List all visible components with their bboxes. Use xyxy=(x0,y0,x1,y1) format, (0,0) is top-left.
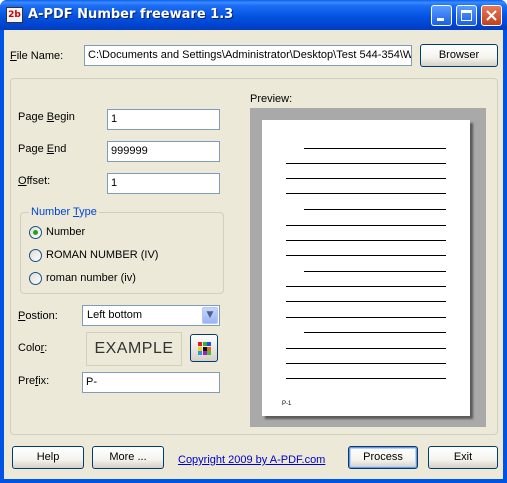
radio-roman-lower[interactable] xyxy=(29,272,42,285)
process-button[interactable]: Process xyxy=(348,446,418,469)
more-button[interactable]: More ... xyxy=(92,446,164,469)
text-line xyxy=(304,148,446,149)
number-type-group: Number Type Number ROMAN NUMBER (IV) rom… xyxy=(20,206,224,294)
position-select[interactable]: Left bottom ▼ xyxy=(82,305,220,326)
dialog-body: File Name: C:\Documents and Settings\Adm… xyxy=(4,30,503,479)
preview-page-number: P-1 xyxy=(282,401,292,407)
prefix-label: Prefix: xyxy=(18,375,50,387)
text-line xyxy=(304,209,446,210)
text-line xyxy=(286,163,446,164)
preview-area: P-1 xyxy=(250,108,486,427)
help-button[interactable]: Help xyxy=(12,446,84,469)
browse-button[interactable]: Browser xyxy=(420,44,498,67)
text-line xyxy=(286,286,446,287)
minimize-icon xyxy=(437,18,444,21)
color-palette-icon xyxy=(198,342,211,355)
minimize-button[interactable] xyxy=(431,5,452,26)
page-end-input[interactable]: 999999 xyxy=(107,141,220,162)
copyright-link[interactable]: Copyright 2009 by A-PDF.com xyxy=(178,454,325,466)
text-line xyxy=(286,348,446,349)
text-line xyxy=(286,193,446,194)
color-label: Color: xyxy=(18,342,48,354)
preview-page: P-1 xyxy=(262,120,470,416)
text-line xyxy=(286,178,446,179)
maximize-icon xyxy=(461,10,472,21)
chevron-down-icon[interactable]: ▼ xyxy=(202,307,218,324)
text-line xyxy=(286,255,446,256)
file-name-input[interactable]: C:\Documents and Settings\Administrator\… xyxy=(84,45,412,66)
color-sample: EXAMPLE xyxy=(86,332,182,366)
text-line xyxy=(286,363,446,364)
radio-roman-upper-label[interactable]: ROMAN NUMBER (IV) xyxy=(46,249,158,261)
text-line xyxy=(286,240,446,241)
app-window: 2b A-PDF Number freeware 1.3 File Name: … xyxy=(0,0,507,483)
text-line xyxy=(286,301,446,302)
color-picker-button[interactable] xyxy=(190,334,218,362)
close-icon xyxy=(486,10,497,21)
radio-roman-lower-label[interactable]: roman number (iv) xyxy=(46,272,136,284)
position-value: Left bottom xyxy=(87,309,143,321)
text-line xyxy=(286,378,446,379)
position-label: Postion: xyxy=(18,310,58,322)
page-begin-input[interactable]: 1 xyxy=(107,109,220,130)
window-title: A-PDF Number freeware 1.3 xyxy=(28,7,234,22)
number-type-title: Number Type xyxy=(29,206,99,218)
text-line xyxy=(286,317,446,318)
radio-number-label[interactable]: Number xyxy=(46,226,85,238)
text-line xyxy=(286,225,446,226)
offset-label: Offset: xyxy=(18,175,51,187)
maximize-button[interactable] xyxy=(456,5,477,26)
page-end-label: Page End xyxy=(18,143,67,155)
offset-input[interactable]: 1 xyxy=(107,173,220,194)
file-name-label: File Name: xyxy=(10,50,64,62)
page-begin-label: Page Begin xyxy=(18,111,75,123)
close-button[interactable] xyxy=(481,5,502,26)
text-line xyxy=(304,271,446,272)
exit-button[interactable]: Exit xyxy=(428,446,498,469)
prefix-input[interactable]: P- xyxy=(82,372,220,393)
radio-roman-upper[interactable] xyxy=(29,249,42,262)
preview-label: Preview: xyxy=(250,93,293,105)
app-icon: 2b xyxy=(6,7,23,23)
text-line xyxy=(304,332,446,333)
radio-number[interactable] xyxy=(29,226,42,239)
title-bar[interactable]: 2b A-PDF Number freeware 1.3 xyxy=(0,0,507,30)
